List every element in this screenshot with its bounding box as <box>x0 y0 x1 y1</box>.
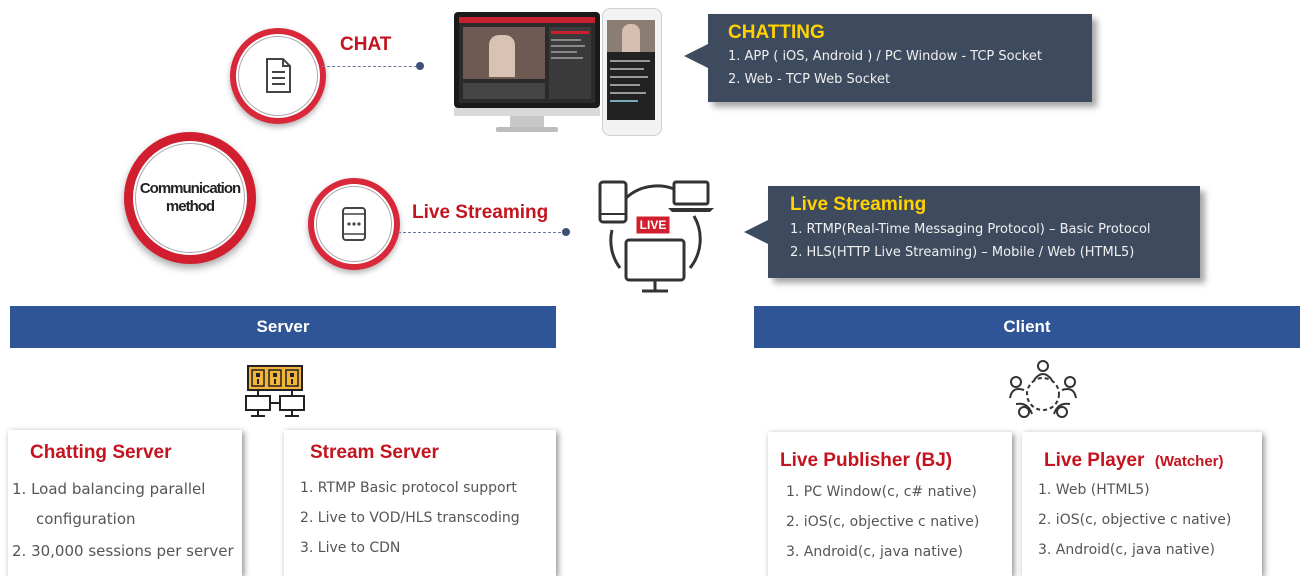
live-badge: LIVE <box>639 218 667 232</box>
live-connector-dot <box>562 228 570 236</box>
live-publisher-card: Live Publisher (BJ) 1. PC Window(c, c# n… <box>768 432 1012 576</box>
live-streaming-line-2: 2. HLS(HTTP Live Streaming) – Mobile / W… <box>790 245 1135 260</box>
server-icon <box>245 365 305 417</box>
live-player-subtitle: (Watcher) <box>1154 453 1224 470</box>
live-player-line-3: 3. Android(c, java native) <box>1038 542 1215 558</box>
live-publisher-title: Live Publisher (BJ) <box>780 450 953 471</box>
live-publisher-line-1: 1. PC Window(c, c# native) <box>786 484 977 500</box>
client-bar: Client <box>754 306 1300 348</box>
live-publisher-line-3: 3. Android(c, java native) <box>786 544 963 560</box>
communication-method-ring: Communication method <box>124 132 256 264</box>
live-streaming-callout-title: Live Streaming <box>790 194 927 215</box>
chat-ring <box>230 28 326 124</box>
chatting-server-title: Chatting Server <box>30 442 172 463</box>
communication-method-label: Communication method <box>139 180 241 215</box>
chatting-server-line-1: 1. Load balancing parallel <box>12 480 206 498</box>
live-streaming-callout: Live Streaming 1. RTMP(Real-Time Messagi… <box>744 186 1200 278</box>
stream-server-line-3: 3. Live to CDN <box>300 540 401 556</box>
live-player-line-2: 2. iOS(c, objective c native) <box>1038 512 1232 528</box>
live-publisher-line-2: 2. iOS(c, objective c native) <box>786 514 980 530</box>
monitor-phone-mockup <box>450 8 665 136</box>
stream-server-card: Stream Server 1. RTMP Basic protocol sup… <box>284 430 556 576</box>
chatting-callout: CHATTING 1. APP ( iOS, Android ) / PC Wi… <box>684 14 1092 102</box>
chat-connector <box>322 66 422 67</box>
chatting-server-line-2: configuration <box>36 510 136 528</box>
document-icon <box>266 58 291 93</box>
live-connector <box>398 232 566 233</box>
chatting-title: CHATTING <box>728 22 825 43</box>
chat-label: CHAT <box>340 34 392 55</box>
live-player-line-1: 1. Web (HTML5) <box>1038 482 1150 498</box>
chat-connector-dot <box>416 62 424 70</box>
live-streaming-label: Live Streaming <box>412 202 549 223</box>
chatting-line-1: 1. APP ( iOS, Android ) / PC Window - TC… <box>728 49 1042 64</box>
stream-server-line-1: 1. RTMP Basic protocol support <box>300 480 517 496</box>
chatting-server-card: Chatting Server 1. Load balancing parall… <box>8 430 242 576</box>
devices-live-icon <box>598 180 714 293</box>
stream-server-line-2: 2. Live to VOD/HLS transcoding <box>300 510 520 526</box>
stream-server-title: Stream Server <box>310 442 439 463</box>
tablet-icon <box>342 207 366 241</box>
live-streaming-line-1: 1. RTMP(Real-Time Messaging Protocol) – … <box>790 222 1151 237</box>
live-streaming-ring <box>308 178 400 270</box>
live-player-title: Live Player (Watcher) <box>1044 450 1224 471</box>
server-bar: Server <box>10 306 556 348</box>
live-player-card: Live Player (Watcher) 1. Web (HTML5) 2. … <box>1022 432 1262 576</box>
people-circle-icon <box>1009 360 1077 418</box>
chatting-server-line-3: 2. 30,000 sessions per server <box>12 542 234 560</box>
chatting-line-2: 2. Web - TCP Web Socket <box>728 72 891 87</box>
